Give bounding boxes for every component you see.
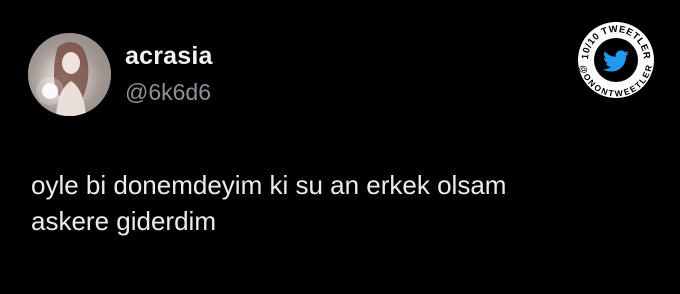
display-name[interactable]: acrasia [125,42,213,71]
tweet-text-line: oyle bi donemdeyim ki su an erkek olsam [31,170,507,200]
tweet-text: oyle bi donemdeyim ki su an erkek olsam … [31,167,631,239]
avatar[interactable] [28,33,111,116]
tweet-card: acrasia @6k6d6 oyle bi donemdeyim ki su … [0,0,680,294]
tweet-text-line: askere giderdim [31,206,216,236]
watermark-graphic: 10/10 TWEETLER @ONONTWEETLER [578,22,654,99]
watermark-badge: 10/10 TWEETLER @ONONTWEETLER [576,20,656,100]
user-handle[interactable]: @6k6d6 [125,79,211,106]
avatar-photo [28,33,111,116]
